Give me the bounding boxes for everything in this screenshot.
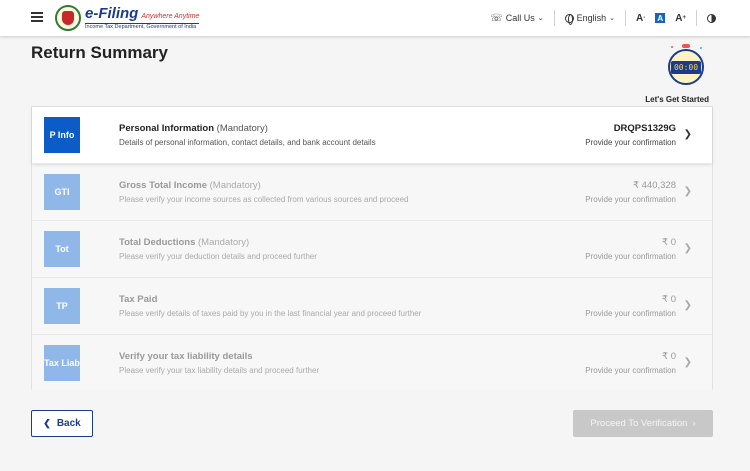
section-badge: TP: [44, 288, 80, 324]
section-badge: GTI: [44, 174, 80, 210]
section-description: Please verify your income sources as col…: [119, 195, 409, 204]
logo-title: e-Filing: [85, 4, 139, 22]
section-status: Provide your confirmation: [585, 252, 676, 261]
stopwatch-icon: 00:00: [668, 44, 704, 85]
section-value: ₹ 0: [662, 294, 676, 305]
section-total-deductions[interactable]: Tot Total Deductions (Mandatory) Please …: [32, 221, 712, 278]
logo-tagline: Anywhere Anytime: [141, 12, 200, 20]
return-summary-list: P Info Personal Information (Mandatory) …: [31, 106, 713, 390]
section-gross-total-income[interactable]: GTI Gross Total Income (Mandatory) Pleas…: [32, 164, 712, 221]
chevron-down-icon: ⌄: [609, 15, 616, 22]
section-value: ₹ 440,328: [632, 180, 676, 191]
chevron-down-icon: ⌄: [537, 15, 544, 22]
timer-caption: Let's Get Started: [645, 95, 709, 104]
chevron-right-icon[interactable]: ❯: [684, 129, 692, 140]
logo-subtitle: Income Tax Department, Government of Ind…: [85, 22, 200, 31]
section-title: Tax Paid: [119, 294, 158, 305]
chevron-right-icon[interactable]: ❯: [684, 300, 692, 311]
hamburger-menu-icon[interactable]: [31, 12, 43, 22]
section-status: Provide your confirmation: [585, 309, 676, 318]
section-description: Please verify your tax liability details…: [119, 366, 320, 375]
section-status: Provide your confirmation: [585, 366, 676, 375]
emblem-icon: [55, 5, 81, 31]
section-tax-paid[interactable]: TP Tax Paid Please verify details of tax…: [32, 278, 712, 335]
section-description: Please verify your deduction details and…: [119, 252, 317, 261]
proceed-label: Proceed To Verification: [590, 418, 688, 429]
efiling-logo[interactable]: e-Filing Anywhere Anytime Income Tax Dep…: [55, 4, 200, 32]
section-title: Total Deductions: [119, 237, 196, 248]
top-header: e-Filing Anywhere Anytime Income Tax Dep…: [0, 0, 750, 36]
proceed-to-verification-button[interactable]: Proceed To Verification ›: [573, 410, 713, 437]
globe-icon: [564, 13, 574, 25]
chevron-right-icon: ›: [692, 418, 696, 429]
back-button[interactable]: ❮ Back: [31, 410, 93, 437]
divider: [553, 10, 555, 26]
font-decrease-button[interactable]: A-: [636, 13, 645, 24]
header-actions: ☏ Call Us ⌄ English ⌄ A- A A +: [490, 0, 716, 36]
section-value: ₹ 0: [662, 237, 676, 248]
section-badge: P Info: [44, 117, 80, 153]
divider: [625, 10, 627, 26]
section-value: ₹ 0: [662, 351, 676, 362]
section-value: DRQPS1329G: [613, 123, 676, 134]
timer-display: 00:00: [670, 60, 702, 74]
call-us-label: Call Us: [505, 13, 535, 23]
mandatory-label: (Mandatory): [209, 180, 261, 191]
call-us-menu[interactable]: ☏ Call Us ⌄: [490, 13, 543, 24]
section-status: Provide your confirmation: [585, 195, 676, 204]
section-description: Details of personal information, contact…: [119, 138, 376, 147]
section-badge: Tot: [44, 231, 80, 267]
section-personal-information[interactable]: P Info Personal Information (Mandatory) …: [32, 107, 712, 164]
chevron-left-icon: ❮: [43, 418, 51, 428]
section-tax-liability[interactable]: Tax Liab Verify your tax liability detai…: [32, 335, 712, 390]
page-title: Return Summary: [31, 43, 168, 62]
contrast-icon[interactable]: [707, 13, 716, 23]
chevron-right-icon[interactable]: ❯: [684, 357, 692, 368]
chevron-right-icon[interactable]: ❯: [684, 186, 692, 197]
section-badge: Tax Liab: [44, 345, 80, 381]
phone-icon: ☏: [490, 12, 503, 24]
mandatory-label: (Mandatory): [216, 123, 268, 134]
divider: [696, 10, 697, 26]
chevron-right-icon[interactable]: ❯: [684, 243, 692, 254]
section-description: Please verify details of taxes paid by y…: [119, 309, 422, 318]
section-title: Gross Total Income: [119, 180, 207, 191]
section-title: Personal Information: [119, 123, 215, 134]
section-title: Verify your tax liability details: [119, 351, 253, 362]
section-status: Provide your confirmation: [585, 138, 676, 147]
mandatory-label: (Mandatory): [198, 237, 250, 248]
back-label: Back: [56, 418, 81, 429]
language-select[interactable]: English ⌄: [564, 13, 616, 25]
font-normal-button[interactable]: A: [655, 13, 666, 23]
language-label: English: [576, 13, 607, 23]
font-increase-button[interactable]: A +: [675, 13, 686, 24]
